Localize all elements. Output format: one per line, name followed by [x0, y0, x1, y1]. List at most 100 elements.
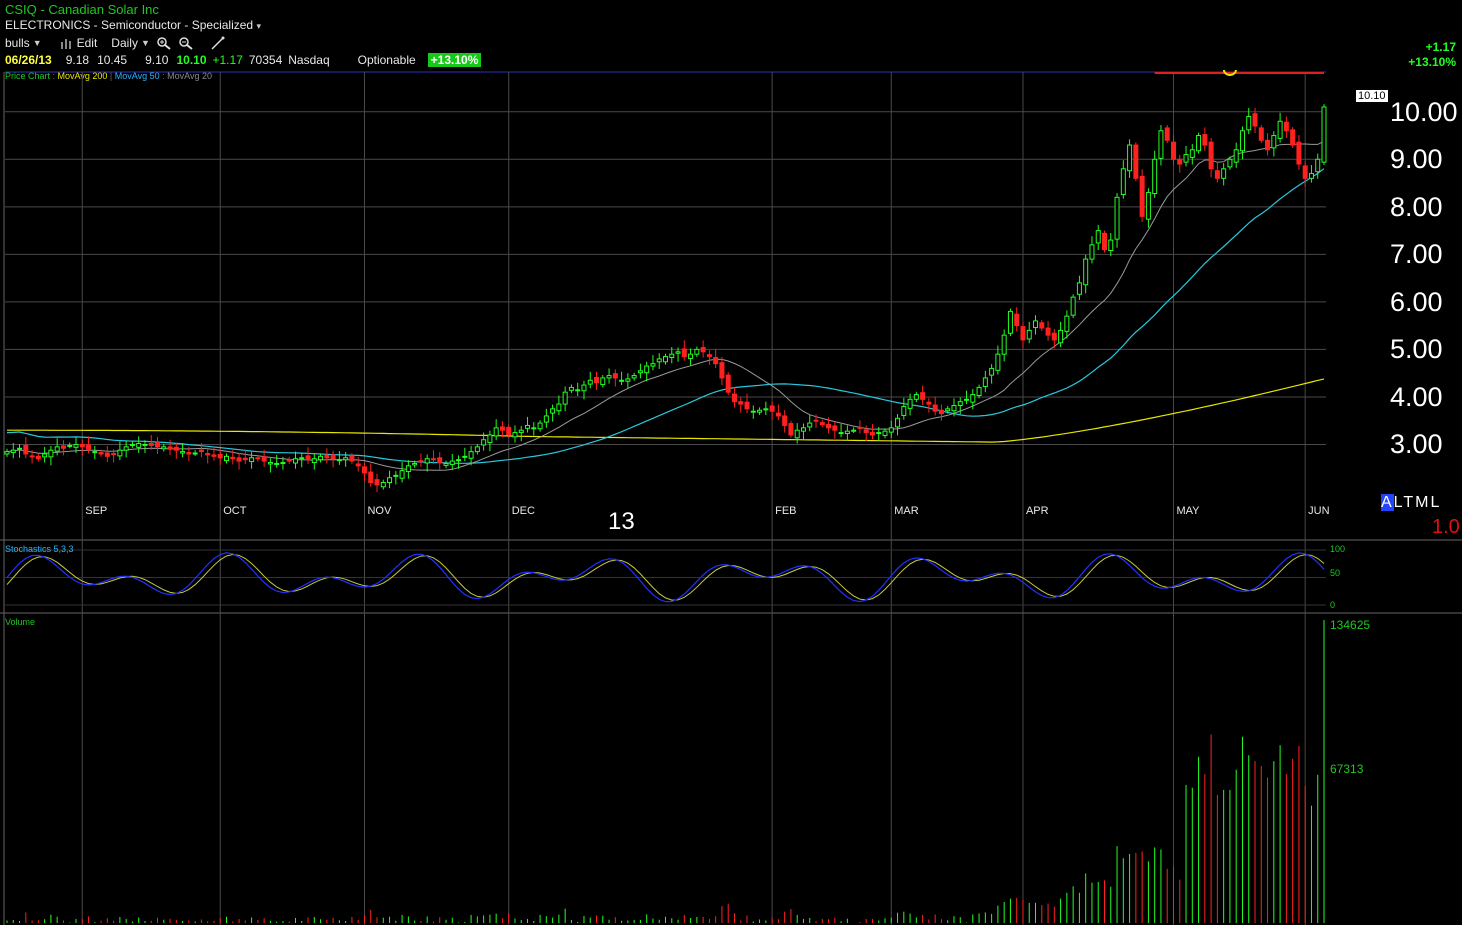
candle-body [236, 457, 242, 462]
candle-body [913, 394, 919, 400]
candle-body [1033, 320, 1039, 329]
candle-body [794, 429, 800, 439]
candle-body [832, 425, 838, 431]
candle-body [738, 401, 744, 405]
candle-body [1152, 158, 1158, 195]
candle-body [976, 386, 982, 397]
candle-body [305, 455, 311, 461]
candle-body [481, 439, 487, 446]
month-label: DEC [511, 505, 535, 517]
candle-body [60, 445, 66, 449]
candle-body [543, 415, 549, 423]
candle-body [631, 375, 637, 379]
candle-body [970, 394, 976, 403]
candle-body [612, 373, 618, 379]
volume-tick-label: 134625 [1330, 618, 1371, 632]
candle-body [644, 365, 650, 374]
candle-body [1051, 332, 1057, 341]
candle-body [964, 398, 970, 401]
candle-body [782, 415, 788, 426]
candle-body [48, 449, 54, 458]
candle-body [1277, 120, 1283, 139]
volume-label[interactable]: Volume [5, 617, 35, 627]
ma20-line [6, 140, 1325, 471]
candle-body [217, 453, 223, 459]
candle-body [788, 423, 794, 436]
candle-body [10, 449, 16, 454]
candle-body [1246, 116, 1252, 131]
candle-body [86, 444, 92, 450]
candle-body [1145, 192, 1151, 220]
candle-body [311, 458, 317, 464]
candle-body [888, 427, 894, 433]
candle-body [330, 454, 336, 460]
candle-body [1108, 239, 1114, 252]
candle-body [1045, 327, 1051, 336]
candle-body [343, 457, 349, 461]
candle-body [437, 457, 443, 464]
candle-body [161, 446, 167, 450]
candle-body [1064, 315, 1070, 332]
candle-body [186, 452, 192, 455]
candle-body [173, 446, 179, 451]
candle-body [1083, 258, 1089, 286]
candle-body [355, 463, 361, 467]
volume-tick-label: 67313 [1330, 762, 1364, 776]
candle-body [280, 462, 286, 465]
candle-body [79, 443, 85, 448]
candle-body [951, 404, 957, 412]
candle-body [750, 410, 756, 413]
candle-body [550, 408, 556, 414]
candle-body [1183, 154, 1189, 163]
candle-body [1221, 168, 1227, 179]
price-tick-label: 7.00 [1390, 239, 1443, 270]
candle-body [556, 403, 562, 412]
candle-body [1039, 322, 1045, 329]
stochastics-label[interactable]: Stochastics 5,3,3 [5, 544, 74, 554]
candle-body [1265, 139, 1271, 151]
candle-body [637, 370, 643, 374]
candle-body [625, 378, 631, 382]
candle-body [1058, 329, 1064, 344]
candle-body [863, 429, 869, 434]
candle-body [575, 389, 581, 392]
candle-body [1127, 144, 1133, 172]
candle-body [844, 430, 850, 435]
price-tick-label: 6.00 [1390, 286, 1443, 317]
month-label: NOV [367, 505, 392, 517]
candle-body [1120, 168, 1126, 195]
candle-body [775, 412, 781, 417]
candle-body [763, 408, 769, 411]
candle-body [537, 422, 543, 430]
candle-body [663, 356, 668, 363]
candle-body [938, 409, 944, 415]
candle-body [155, 442, 161, 448]
candle-body [813, 419, 819, 422]
candle-body [29, 455, 35, 458]
chart-canvas[interactable] [0, 0, 1462, 925]
candle-body [525, 424, 531, 429]
candle-body [1196, 135, 1202, 152]
candle-body [1089, 244, 1095, 260]
candle-body [380, 481, 386, 488]
candle-body [568, 386, 574, 391]
candle-body [35, 455, 41, 460]
candle-body [581, 384, 587, 392]
candle-body [1095, 230, 1101, 244]
altml-indicator[interactable]: ALTML [1381, 494, 1441, 512]
candle-body [42, 453, 48, 458]
candle-body [361, 466, 367, 474]
candle-body [656, 358, 662, 363]
last-price-tag: 10.10 [1356, 90, 1388, 102]
ma50-line [6, 168, 1325, 464]
candle-body [512, 432, 518, 438]
candle-body [606, 375, 612, 379]
candle-body [957, 401, 963, 406]
candle-body [142, 443, 148, 446]
candle-body [594, 376, 600, 384]
candle-body [1321, 106, 1327, 163]
candle-body [324, 454, 330, 459]
candle-body [274, 462, 280, 465]
candle-body [336, 459, 342, 462]
candle-body [286, 459, 292, 462]
